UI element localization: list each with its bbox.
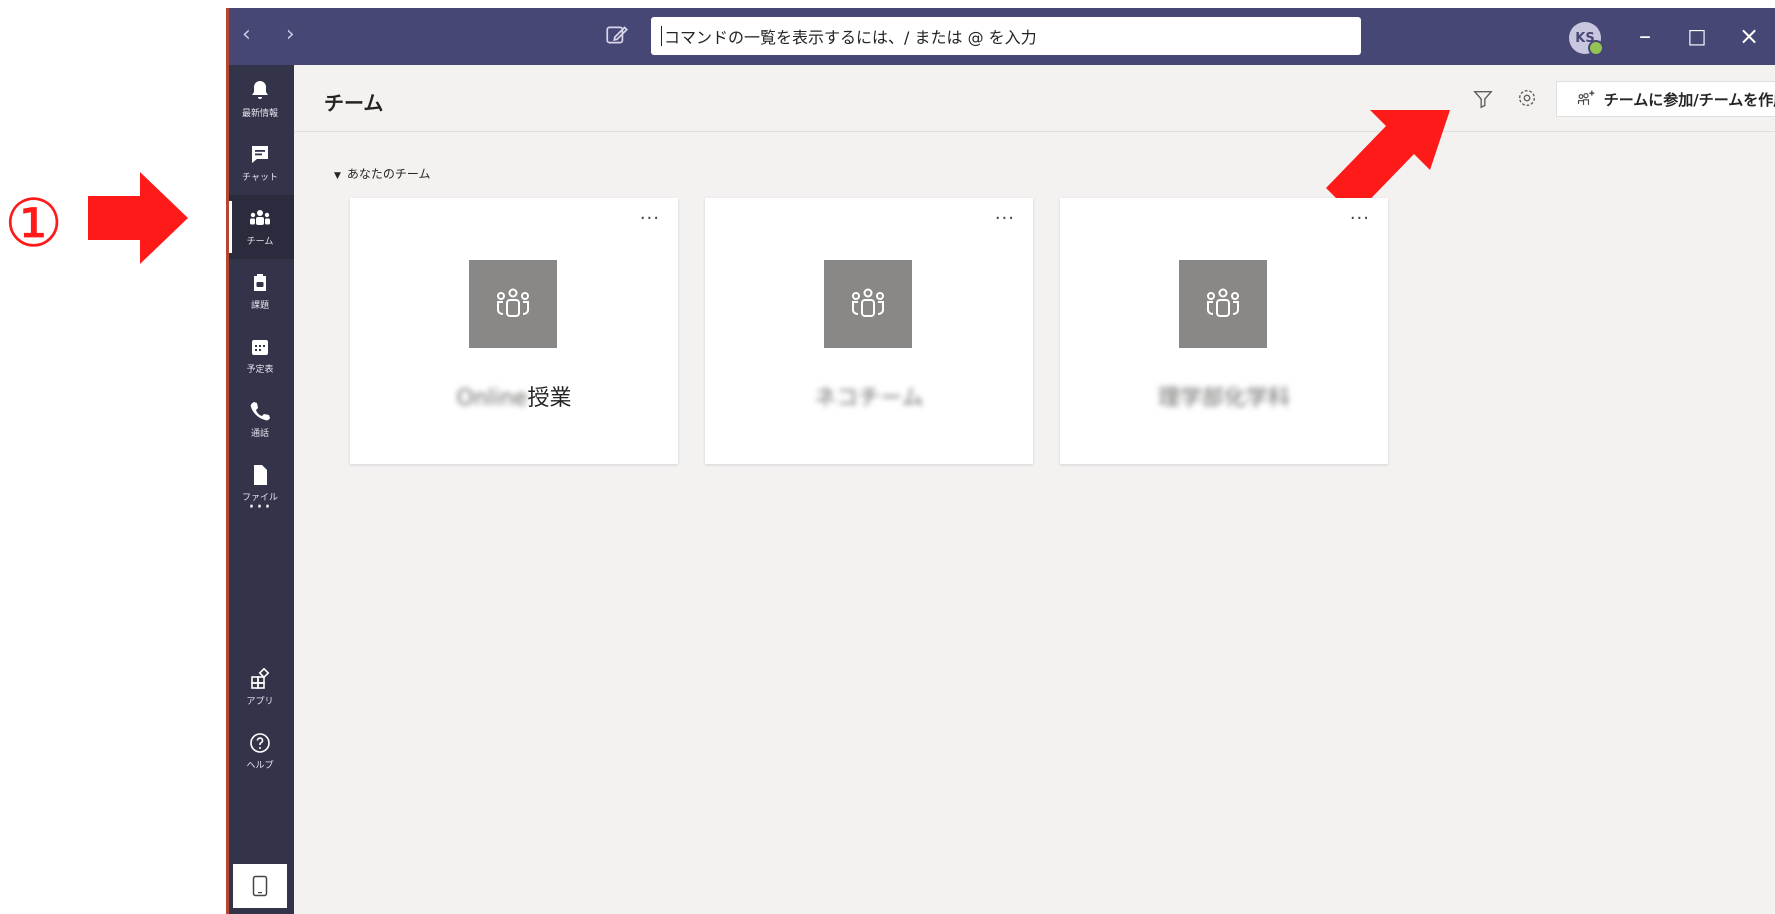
teams-header: チーム チームに参加/チームを作成 bbox=[294, 65, 1775, 132]
rail-label: 予定表 bbox=[246, 365, 274, 375]
rail-item-assignments[interactable]: 課題 bbox=[226, 259, 294, 323]
forward-button[interactable]: › bbox=[286, 22, 309, 47]
more-options-button[interactable]: ··· bbox=[995, 208, 1015, 229]
rail-label: アプリ bbox=[246, 697, 274, 707]
assignments-icon bbox=[254, 274, 266, 291]
rail-label: チーム bbox=[246, 237, 274, 247]
annotation-arrow-right bbox=[88, 172, 188, 264]
team-people-icon bbox=[497, 288, 529, 317]
presence-available-icon bbox=[1588, 40, 1604, 56]
team-name-redacted: ネコチーム bbox=[814, 386, 924, 411]
phone-icon bbox=[250, 402, 270, 421]
rail-item-teams[interactable]: チーム bbox=[226, 195, 294, 259]
gear-icon[interactable] bbox=[1516, 87, 1538, 109]
close-button[interactable]: × bbox=[1729, 20, 1769, 52]
bell-icon bbox=[252, 81, 268, 99]
team-people-icon bbox=[1207, 288, 1239, 317]
annotation-number-1: ① bbox=[4, 185, 64, 262]
your-teams-section-header[interactable]: ▼ あなたのチーム bbox=[334, 165, 431, 182]
team-name-text: 授業 bbox=[527, 386, 572, 411]
rail-label: 最新情報 bbox=[241, 109, 278, 119]
help-icon bbox=[250, 733, 270, 753]
team-card[interactable]: ··· Online授業 bbox=[350, 198, 678, 464]
back-button[interactable]: ‹ bbox=[242, 22, 265, 47]
rail-item-calls[interactable]: 通話 bbox=[226, 387, 294, 451]
rail-item-chat[interactable]: チャット bbox=[226, 131, 294, 195]
more-apps-button[interactable]: ··· bbox=[226, 495, 294, 520]
rail-item-activity[interactable]: 最新情報 bbox=[226, 67, 294, 131]
download-mobile-button[interactable] bbox=[233, 864, 287, 908]
minimize-button[interactable]: – bbox=[1625, 20, 1665, 52]
team-card[interactable]: ··· ネコチーム bbox=[705, 198, 1033, 464]
rail-label: 通話 bbox=[250, 429, 269, 439]
rail-item-calendar[interactable]: 予定表 bbox=[226, 323, 294, 387]
more-options-button[interactable]: ··· bbox=[1350, 208, 1370, 229]
command-search-input[interactable]: コマンドの一覧を表示するには、/ または @ を入力 bbox=[651, 17, 1361, 55]
team-card[interactable]: ··· 理学部化学科 bbox=[1060, 198, 1388, 464]
compose-icon[interactable] bbox=[604, 22, 630, 48]
title-bar: ‹ › コマンドの一覧を表示するには、/ または @ を入力 KS – □ × bbox=[226, 8, 1775, 65]
team-name: ネコチーム bbox=[705, 380, 1033, 412]
mobile-phone-icon bbox=[252, 875, 268, 897]
avatar[interactable]: KS bbox=[1569, 22, 1604, 56]
page-title: チーム bbox=[324, 91, 384, 115]
rail-item-help[interactable]: ヘルプ bbox=[226, 719, 294, 783]
rail-label: 課題 bbox=[250, 301, 269, 311]
section-label: あなたのチーム bbox=[346, 167, 431, 181]
caret-down-icon: ▼ bbox=[334, 171, 341, 181]
chat-icon bbox=[252, 146, 268, 163]
team-name: 理学部化学科 bbox=[1060, 380, 1388, 412]
team-people-icon bbox=[852, 288, 884, 317]
apps-icon bbox=[251, 667, 270, 689]
join-or-create-team-button[interactable]: チームに参加/チームを作成 bbox=[1556, 81, 1775, 117]
file-icon bbox=[254, 465, 267, 485]
history-nav: ‹ › bbox=[242, 22, 309, 47]
team-name-redacted: 理学部化学科 bbox=[1157, 386, 1290, 411]
rail-label: チャット bbox=[242, 173, 278, 183]
team-avatar bbox=[824, 260, 912, 348]
team-name-redacted: Online bbox=[456, 386, 528, 411]
join-button-label: チームに参加/チームを作成 bbox=[1603, 90, 1775, 109]
teams-icon bbox=[250, 210, 270, 225]
rail-item-apps[interactable]: アプリ bbox=[226, 655, 294, 719]
search-placeholder: コマンドの一覧を表示するには、/ または @ を入力 bbox=[664, 28, 1037, 47]
team-name: Online授業 bbox=[350, 380, 678, 412]
maximize-button[interactable]: □ bbox=[1677, 20, 1717, 52]
team-avatar bbox=[1179, 260, 1267, 348]
team-avatar bbox=[469, 260, 557, 348]
text-caret bbox=[661, 26, 662, 46]
add-team-icon bbox=[1577, 90, 1595, 105]
calendar-icon bbox=[252, 340, 268, 355]
more-options-button[interactable]: ··· bbox=[640, 208, 660, 229]
app-bar: 最新情報 チャット チーム 課題 予定表 通話 ファイル ··· アプリ ヘルプ bbox=[226, 65, 294, 914]
rail-label: ヘルプ bbox=[246, 761, 274, 771]
filter-icon[interactable] bbox=[1472, 88, 1494, 110]
